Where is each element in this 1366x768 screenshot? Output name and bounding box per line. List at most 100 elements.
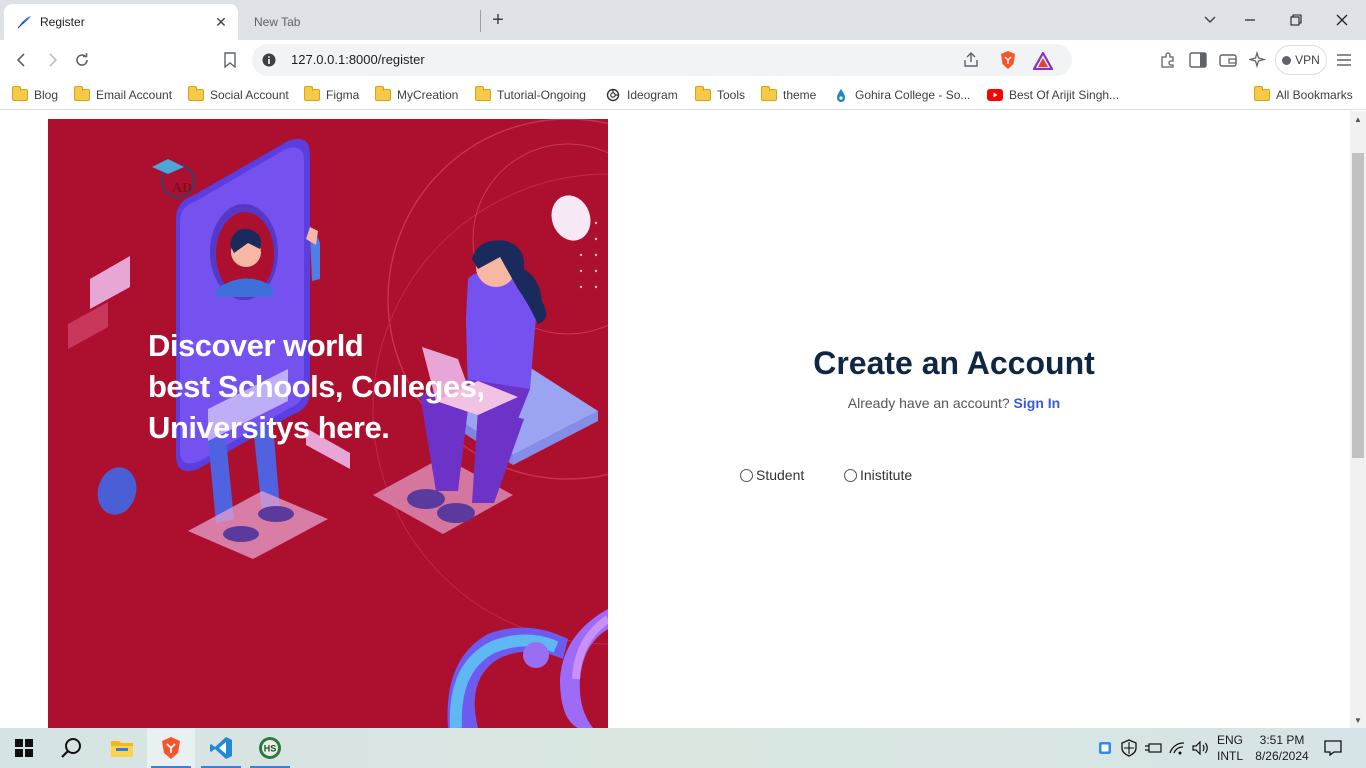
clock-time: 3:51 PM bbox=[1259, 733, 1305, 747]
vscode-icon bbox=[210, 737, 232, 759]
tab-strip: Register ✕ New Tab + bbox=[0, 0, 1366, 40]
sidebar-button[interactable] bbox=[1186, 48, 1210, 72]
chevron-down-icon bbox=[1204, 16, 1216, 23]
hero-headline-line: best Schools, Colleges, bbox=[148, 369, 485, 404]
folder-icon bbox=[695, 86, 711, 102]
vpn-button[interactable]: VPN bbox=[1275, 45, 1327, 75]
ideogram-icon bbox=[605, 88, 621, 102]
tab-title: Register bbox=[40, 15, 85, 29]
tab-register[interactable]: Register ✕ bbox=[4, 4, 238, 40]
brave-rewards-icon[interactable] bbox=[1032, 50, 1054, 75]
new-tab-button[interactable]: + bbox=[486, 8, 510, 32]
close-window-button[interactable] bbox=[1320, 0, 1364, 40]
all-bookmarks[interactable]: All Bookmarks bbox=[1254, 86, 1353, 104]
folder-icon bbox=[1254, 86, 1270, 102]
bookmark-label: Figma bbox=[326, 88, 360, 102]
extensions-button[interactable] bbox=[1156, 48, 1180, 72]
bookmark-label: All Bookmarks bbox=[1276, 88, 1353, 102]
bookmark-button[interactable] bbox=[218, 48, 242, 72]
bookmark-tutorial-ongoing[interactable]: Tutorial-Ongoing bbox=[475, 86, 586, 104]
share-icon[interactable] bbox=[962, 51, 980, 74]
signin-link[interactable]: Sign In bbox=[1014, 395, 1061, 411]
folder-icon bbox=[761, 86, 777, 102]
forward-button[interactable] bbox=[40, 48, 64, 72]
bookmark-label: Email Account bbox=[96, 88, 173, 102]
volume-tray-icon[interactable] bbox=[1190, 728, 1212, 768]
wifi-tray-icon[interactable] bbox=[1166, 728, 1188, 768]
start-button[interactable] bbox=[0, 728, 48, 768]
radio-option-institute[interactable]: Inistitute bbox=[844, 467, 912, 483]
bookmark-label: Social Account bbox=[210, 88, 289, 102]
reload-button[interactable] bbox=[70, 48, 94, 72]
logo-icon: AD bbox=[152, 159, 195, 198]
signin-prompt-text: Already have an account? bbox=[847, 395, 1010, 411]
back-button[interactable] bbox=[10, 48, 34, 72]
security-tray-icon[interactable] bbox=[1118, 728, 1140, 768]
lang-code: ENG bbox=[1216, 733, 1243, 747]
back-arrow-icon bbox=[16, 53, 25, 67]
battery-tray-icon[interactable] bbox=[1142, 728, 1164, 768]
scroll-thumb[interactable] bbox=[1352, 153, 1364, 458]
taskbar-search-button[interactable] bbox=[48, 728, 96, 768]
file-explorer-button[interactable] bbox=[98, 728, 146, 768]
reload-icon bbox=[76, 53, 88, 66]
shield-icon bbox=[1121, 739, 1137, 757]
puzzle-icon bbox=[1161, 52, 1174, 68]
tab-new-tab[interactable]: New Tab bbox=[242, 4, 480, 40]
folder-icon bbox=[475, 86, 491, 102]
app-tray-icon bbox=[1099, 742, 1111, 754]
hero-headline: Discover world best Schools, Colleges, U… bbox=[148, 325, 485, 448]
tab-search-button[interactable] bbox=[1188, 0, 1232, 40]
bookmark-social-account[interactable]: Social Account bbox=[188, 86, 289, 104]
svg-text:HS: HS bbox=[264, 744, 277, 754]
brave-taskbar-button[interactable] bbox=[147, 728, 195, 768]
hs-app-icon: HS bbox=[259, 737, 281, 759]
scroll-down-arrow-icon[interactable]: ▼ bbox=[1350, 712, 1366, 728]
bookmark-gohira-college[interactable]: Gohira College - So... bbox=[833, 86, 970, 104]
vscode-taskbar-button[interactable] bbox=[197, 728, 245, 768]
input-language-indicator[interactable]: ENG INTL bbox=[1212, 732, 1248, 764]
page-scrollbar[interactable]: ▲ ▼ bbox=[1350, 111, 1366, 728]
search-icon bbox=[61, 738, 81, 758]
bookmark-blog[interactable]: Blog bbox=[12, 86, 58, 104]
folder-icon bbox=[304, 86, 320, 102]
bookmark-figma[interactable]: Figma bbox=[304, 86, 359, 104]
student-radio[interactable] bbox=[740, 468, 753, 482]
notification-tray-icon[interactable] bbox=[1096, 728, 1114, 768]
folder-icon bbox=[74, 86, 90, 102]
brave-shields-icon[interactable] bbox=[999, 50, 1017, 75]
address-bar[interactable]: 127.0.0.1:8000/register bbox=[252, 44, 1072, 76]
url-text: 127.0.0.1:8000/register bbox=[291, 52, 425, 67]
svg-text:AD: AD bbox=[172, 181, 192, 196]
leo-ai-button[interactable] bbox=[1246, 48, 1270, 72]
wallet-button[interactable] bbox=[1216, 48, 1240, 72]
restore-button[interactable] bbox=[1274, 0, 1318, 40]
tab-title: New Tab bbox=[254, 15, 301, 29]
close-tab-icon[interactable]: ✕ bbox=[212, 13, 230, 31]
sidebar-icon bbox=[1189, 52, 1207, 68]
scroll-up-arrow-icon[interactable]: ▲ bbox=[1350, 111, 1366, 127]
bookmark-label: theme bbox=[783, 88, 817, 102]
bookmark-arijit-singh[interactable]: Best Of Arijit Singh... bbox=[987, 86, 1119, 104]
bookmark-theme[interactable]: theme bbox=[761, 86, 816, 104]
wallet-icon bbox=[1219, 54, 1237, 67]
bookmark-mycreation[interactable]: MyCreation bbox=[375, 86, 458, 104]
sparkle-icon bbox=[1249, 51, 1267, 69]
hs-app-taskbar-button[interactable]: HS bbox=[246, 728, 294, 768]
bookmark-ideogram[interactable]: Ideogram bbox=[605, 86, 678, 104]
gohira-icon bbox=[833, 88, 849, 102]
taskbar-clock[interactable]: 3:51 PM 8/26/2024 bbox=[1250, 732, 1314, 764]
menu-button[interactable] bbox=[1332, 48, 1356, 72]
speaker-icon bbox=[1192, 741, 1208, 755]
file-explorer-icon bbox=[111, 741, 133, 757]
institute-radio[interactable] bbox=[844, 468, 857, 482]
bookmark-email-account[interactable]: Email Account bbox=[74, 86, 172, 104]
folder-icon bbox=[375, 86, 391, 102]
hero-panel: AD Discover world best Schools, Colleges… bbox=[48, 119, 608, 728]
minimize-button[interactable] bbox=[1228, 0, 1272, 40]
radio-option-student[interactable]: Student bbox=[740, 467, 804, 483]
site-info-icon[interactable] bbox=[260, 51, 278, 69]
bookmark-tools[interactable]: Tools bbox=[695, 86, 745, 104]
action-center-button[interactable] bbox=[1320, 728, 1346, 768]
bookmark-label: Gohira College - So... bbox=[855, 88, 971, 102]
